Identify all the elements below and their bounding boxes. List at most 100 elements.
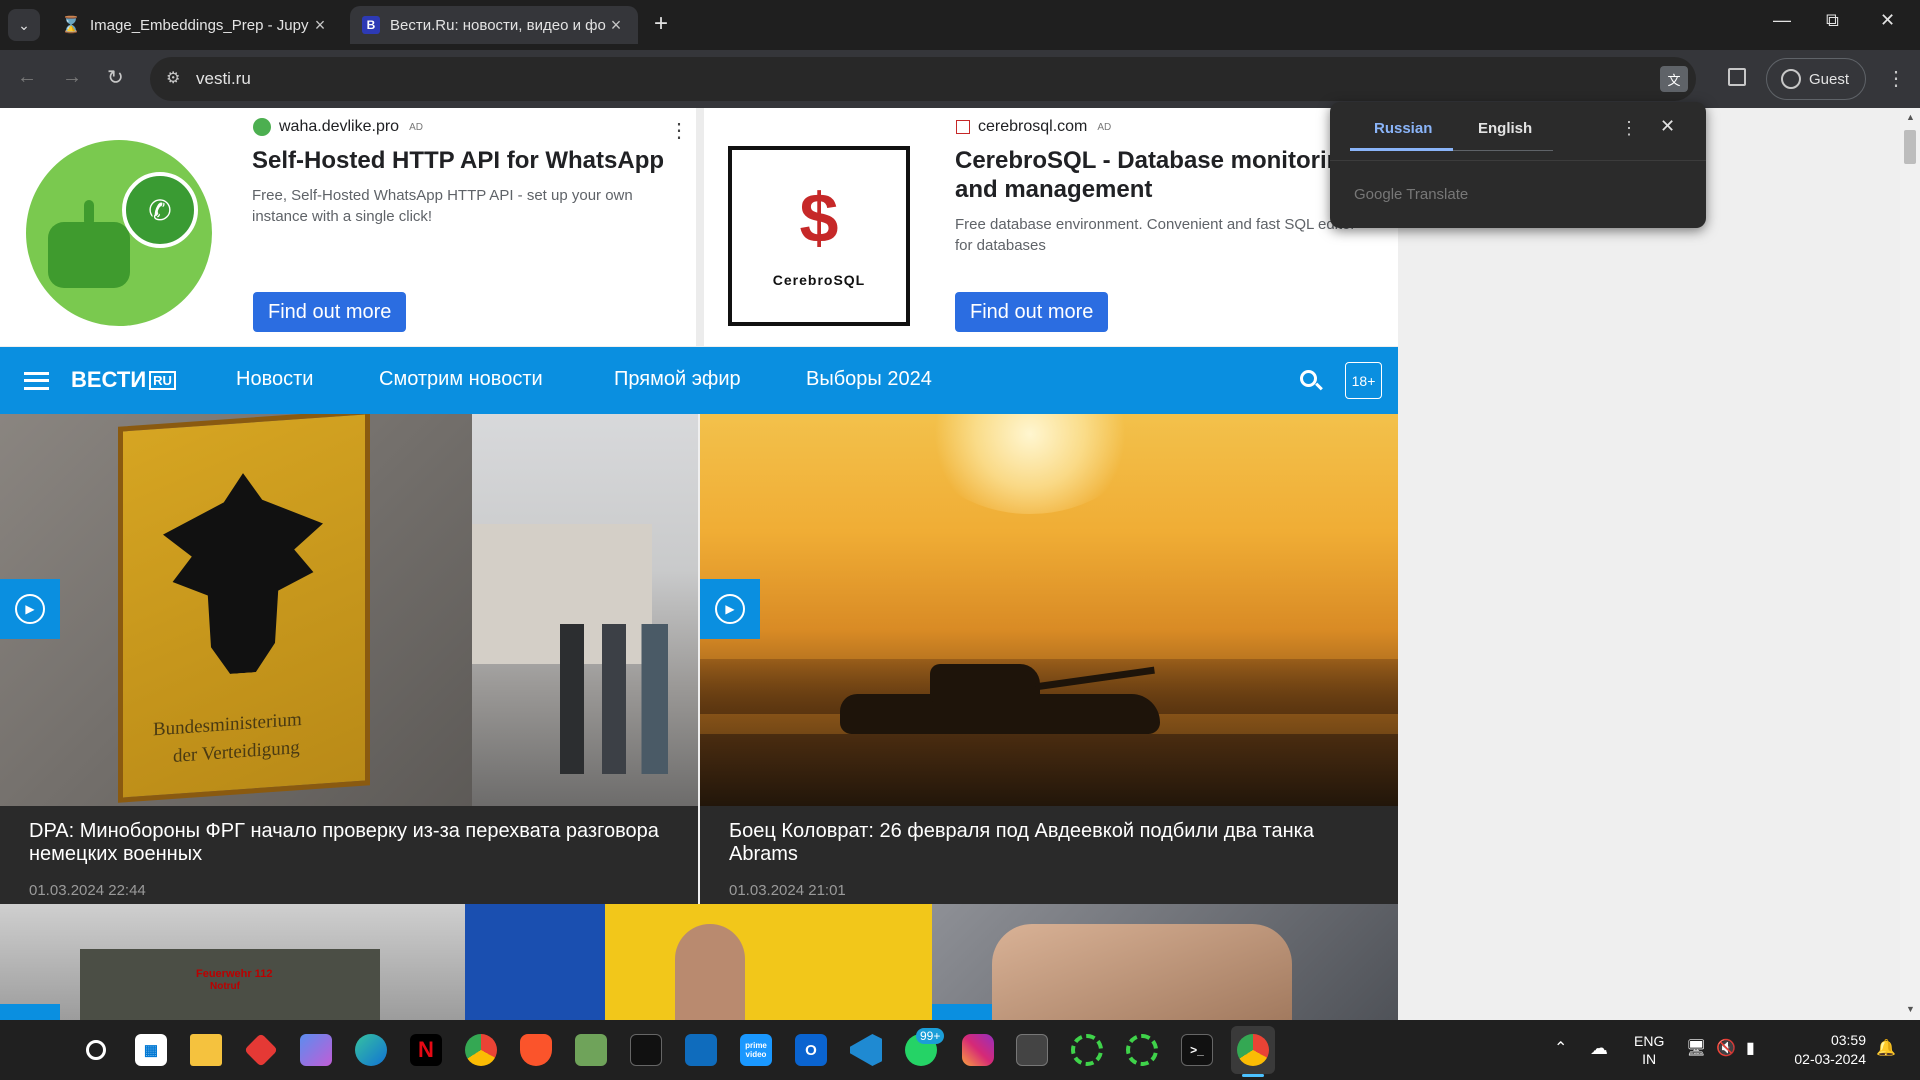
- side-panel-icon[interactable]: [1728, 68, 1746, 86]
- vscode-icon[interactable]: [850, 1034, 882, 1066]
- spinner-app-icon[interactable]: [1126, 1034, 1158, 1066]
- cmd-icon[interactable]: >_: [1181, 1034, 1213, 1066]
- store-icon[interactable]: ▦: [135, 1034, 167, 1066]
- outlook-pane-icon[interactable]: [685, 1034, 717, 1066]
- find-out-more-button[interactable]: Find out more: [955, 292, 1109, 332]
- scroll-up-arrow-icon[interactable]: ▲: [1906, 112, 1915, 122]
- brave-icon[interactable]: [520, 1034, 552, 1066]
- search-icon[interactable]: [80, 1034, 112, 1066]
- find-out-more-button[interactable]: Find out more: [253, 292, 407, 332]
- network-icon[interactable]: 🖥: [1686, 1038, 1706, 1058]
- language-tab-english[interactable]: English: [1478, 120, 1532, 137]
- vesti-b-icon: B: [362, 16, 380, 34]
- google-translate-brand: Google Translate: [1354, 186, 1469, 203]
- thumb-play-tab[interactable]: [932, 1004, 992, 1020]
- more-menu-icon[interactable]: ⋮: [1886, 66, 1906, 91]
- tab-search-button[interactable]: ⌄: [8, 9, 40, 41]
- nav-item-elections[interactable]: Выборы 2024: [806, 368, 932, 391]
- ad-title[interactable]: CerebroSQL - Database monitoring and man…: [955, 146, 1375, 204]
- clock[interactable]: 03:59 02-03-2024: [1786, 1031, 1866, 1069]
- scroll-down-arrow-icon[interactable]: ▼: [1906, 1004, 1915, 1014]
- translate-icon[interactable]: 文: [1660, 66, 1688, 92]
- play-video-button[interactable]: ▶: [0, 579, 60, 639]
- news-thumb[interactable]: Feuerwehr 112 Notruf: [0, 904, 465, 1020]
- chrome-icon[interactable]: [465, 1034, 497, 1066]
- battery-icon[interactable]: ▮: [1746, 1038, 1755, 1058]
- active-app-indicator: [1242, 1074, 1264, 1077]
- address-bar[interactable]: ⚙ vesti.ru 文: [150, 57, 1696, 101]
- translate-options-icon[interactable]: ⋮: [1620, 118, 1638, 139]
- play-video-button[interactable]: ▶: [700, 579, 760, 639]
- translate-popup: Russian English ⋮ ✕ Google Translate: [1330, 102, 1706, 228]
- nav-item-live[interactable]: Прямой эфир: [614, 368, 741, 391]
- app-window-icon[interactable]: [1016, 1034, 1048, 1066]
- vesti-logo[interactable]: ВЕСТИ RU: [71, 367, 176, 393]
- copilot-icon[interactable]: [300, 1034, 332, 1066]
- language-indicator[interactable]: ENG IN: [1634, 1032, 1664, 1068]
- thumb-caption-2: Notruf: [210, 981, 240, 992]
- ad-options-icon[interactable]: ⋮: [669, 118, 689, 143]
- chevron-up-icon[interactable]: ⌃: [1554, 1038, 1567, 1058]
- close-tab-icon[interactable]: ×: [606, 15, 626, 36]
- start-icon[interactable]: [24, 1034, 56, 1066]
- profile-button[interactable]: Guest: [1766, 58, 1866, 100]
- thumb-play-tab[interactable]: [0, 1004, 60, 1020]
- ad-domain[interactable]: waha.devlike.pro AD: [253, 118, 423, 136]
- reload-icon[interactable]: ↻: [107, 65, 124, 90]
- news-thumb[interactable]: [932, 904, 1398, 1020]
- cerebrosql-logo: $ CerebroSQL: [728, 146, 910, 326]
- news-thumb[interactable]: [465, 904, 932, 1020]
- instagram-icon[interactable]: [962, 1034, 994, 1066]
- whatsapp-bot-logo: ✆: [26, 140, 212, 326]
- new-tab-button[interactable]: +: [654, 10, 668, 38]
- profile-label: Guest: [1809, 70, 1850, 88]
- volume-muted-icon[interactable]: 🔇: [1716, 1038, 1736, 1058]
- forward-icon[interactable]: →: [62, 66, 82, 89]
- hourglass-icon: ⌛: [61, 17, 81, 34]
- site-settings-icon[interactable]: ⚙: [166, 68, 180, 88]
- news-card[interactable]: ▶ Боец Коловрат: 26 февраля под Авдеевко…: [700, 414, 1398, 910]
- prime-video-icon[interactable]: prime video: [740, 1034, 772, 1066]
- ad-domain[interactable]: cerebrosql.com AD: [956, 118, 1111, 136]
- ad-title[interactable]: Self-Hosted HTTP API for WhatsApp: [252, 146, 672, 175]
- onedrive-icon[interactable]: ☁: [1590, 1038, 1608, 1059]
- chrome-active-icon[interactable]: [1237, 1034, 1269, 1066]
- notepad-icon[interactable]: [575, 1034, 607, 1066]
- file-explorer-icon[interactable]: [190, 1034, 222, 1066]
- news-headline[interactable]: DPA: Минобороны ФРГ начало проверку из-з…: [29, 820, 679, 866]
- edge-icon[interactable]: [355, 1034, 387, 1066]
- robot-icon: [48, 222, 130, 288]
- ad-whatsapp[interactable]: ✆ waha.devlike.pro AD ⋮ Self-Hosted HTTP…: [0, 108, 696, 346]
- url-text: vesti.ru: [196, 69, 251, 88]
- notification-bell-icon[interactable]: 🔔: [1876, 1038, 1896, 1058]
- ad-panel: ✆ waha.devlike.pro AD ⋮ Self-Hosted HTTP…: [0, 108, 1398, 346]
- tab-jupyter[interactable]: ⌛ Image_Embeddings_Prep - Jupy ×: [50, 6, 342, 44]
- robot-antenna: [84, 200, 94, 226]
- spinner-app-icon[interactable]: [1071, 1034, 1103, 1066]
- ad-cerebrosql[interactable]: $ CerebroSQL cerebrosql.com AD CerebroSQ…: [704, 108, 1398, 346]
- terminal-icon[interactable]: [630, 1034, 662, 1066]
- active-tab-underline: [1350, 148, 1453, 151]
- close-tab-icon[interactable]: ×: [310, 15, 330, 36]
- page-scrollbar[interactable]: ▲ ▼: [1900, 108, 1920, 1020]
- tab-title: Вести.Ru: новости, видео и фо: [390, 16, 606, 34]
- scroll-thumb[interactable]: [1904, 130, 1916, 164]
- close-icon[interactable]: ✕: [1660, 116, 1675, 137]
- language-tab-russian[interactable]: Russian: [1374, 120, 1432, 137]
- photos-app-icon[interactable]: [244, 1033, 278, 1067]
- restore-icon[interactable]: ⧉: [1826, 10, 1839, 31]
- news-headline[interactable]: Боец Коловрат: 26 февраля под Авдеевкой …: [729, 820, 1379, 866]
- popup-divider: [1330, 160, 1706, 161]
- news-card[interactable]: Bundesministerium der Verteidigung ▶ DPA…: [0, 414, 698, 910]
- play-icon: ▶: [715, 594, 745, 624]
- tab-vesti[interactable]: B Вести.Ru: новости, видео и фо ×: [350, 6, 638, 44]
- browser-toolbar: ← → ↻ ⚙ vesti.ru 文 Guest ⋮: [0, 50, 1920, 108]
- back-icon[interactable]: ←: [17, 66, 37, 89]
- hamburger-menu-icon[interactable]: [24, 372, 49, 390]
- netflix-icon[interactable]: N: [410, 1034, 442, 1066]
- close-window-icon[interactable]: ✕: [1880, 10, 1895, 31]
- outlook-icon[interactable]: O: [795, 1034, 827, 1066]
- minimize-icon[interactable]: —: [1773, 10, 1791, 31]
- nav-item-news[interactable]: Новости: [236, 368, 313, 391]
- nav-item-watch-news[interactable]: Смотрим новости: [379, 368, 543, 391]
